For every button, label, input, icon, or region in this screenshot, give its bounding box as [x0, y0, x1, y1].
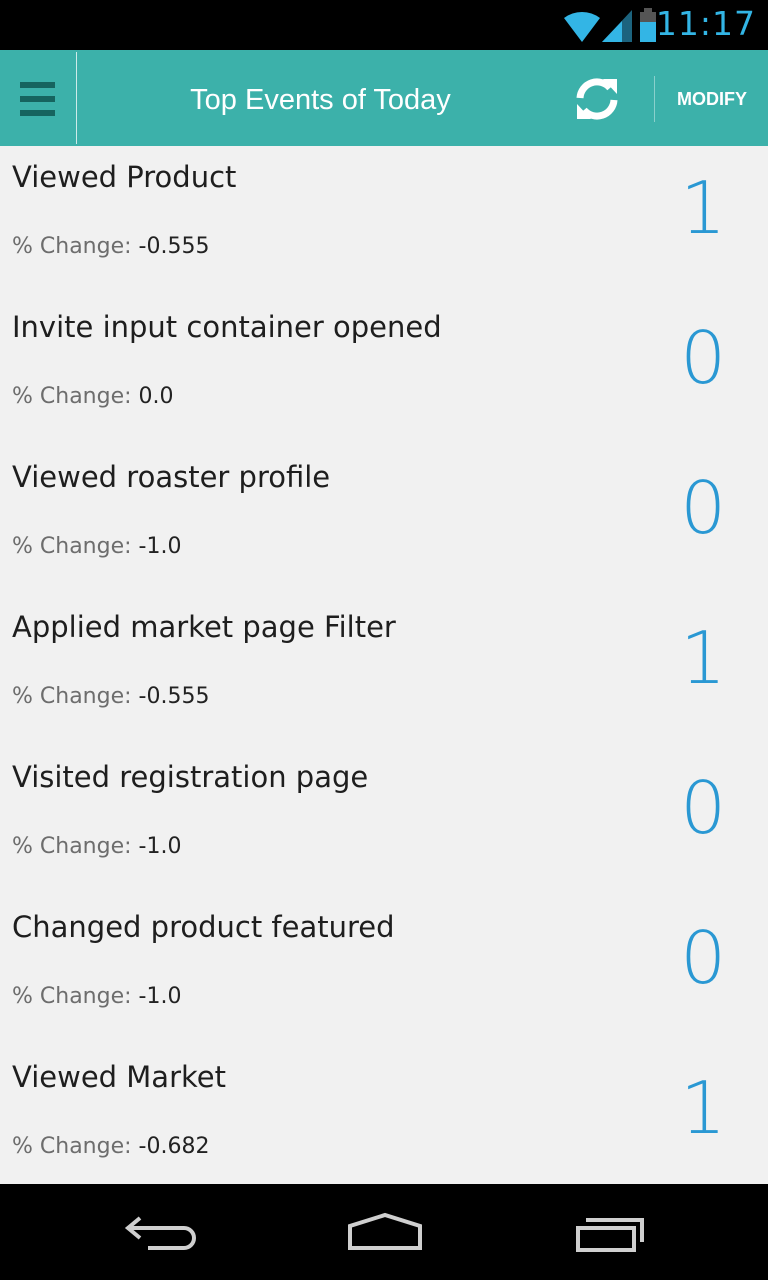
- status-time: 11:17: [655, 4, 756, 43]
- action-bar-divider: [76, 52, 77, 144]
- event-count: 1: [680, 166, 726, 250]
- navigation-bar: [0, 1184, 768, 1280]
- list-item[interactable]: Invite input container opened % Change: …: [0, 296, 768, 446]
- event-list: Viewed Product % Change: -0.555 1 Invite…: [0, 146, 768, 1196]
- event-change: % Change: -0.682: [12, 1134, 209, 1159]
- event-count: 0: [680, 316, 726, 400]
- battery-icon: [640, 8, 656, 42]
- event-name: Visited registration page: [12, 760, 369, 794]
- change-label: % Change:: [12, 834, 132, 859]
- event-name: Viewed Product: [12, 160, 237, 194]
- list-item[interactable]: Viewed Product % Change: -0.555 1: [0, 146, 768, 296]
- change-value: -0.555: [138, 234, 210, 259]
- event-count: 0: [680, 766, 726, 850]
- event-name: Invite input container opened: [12, 310, 442, 344]
- event-name: Viewed roaster profile: [12, 460, 331, 494]
- status-bar: 11:17: [0, 0, 768, 50]
- list-item[interactable]: Viewed Market % Change: -0.682 1: [0, 1046, 768, 1196]
- change-value: -1.0: [138, 984, 182, 1009]
- event-change: % Change: -0.555: [12, 234, 209, 259]
- back-icon: [124, 1216, 196, 1250]
- change-value: -0.555: [138, 684, 210, 709]
- recents-button[interactable]: [556, 1208, 666, 1256]
- change-value: -0.682: [138, 1134, 210, 1159]
- home-button[interactable]: [330, 1208, 440, 1256]
- home-icon: [348, 1212, 422, 1250]
- change-label: % Change:: [12, 1134, 132, 1159]
- change-value: -1.0: [138, 534, 182, 559]
- modify-button[interactable]: MODIFY: [660, 50, 764, 146]
- recents-icon: [576, 1218, 644, 1252]
- list-item[interactable]: Changed product featured % Change: -1.0 …: [0, 896, 768, 1046]
- event-count: 0: [680, 466, 726, 550]
- action-bar: Top Events of Today MODIFY: [0, 50, 768, 146]
- event-change: % Change: -0.555: [12, 684, 209, 709]
- change-label: % Change:: [12, 384, 132, 409]
- event-name: Viewed Market: [12, 1060, 226, 1094]
- back-button[interactable]: [104, 1208, 214, 1256]
- event-change: % Change: -1.0: [12, 534, 181, 559]
- change-label: % Change:: [12, 984, 132, 1009]
- refresh-icon: [576, 78, 618, 120]
- menu-button[interactable]: [0, 50, 76, 146]
- event-count: 1: [680, 616, 726, 700]
- event-change: % Change: 0.0: [12, 384, 174, 409]
- change-label: % Change:: [12, 684, 132, 709]
- page-title: Top Events of Today: [190, 84, 451, 116]
- event-name: Applied market page Filter: [12, 610, 396, 644]
- list-item[interactable]: Visited registration page % Change: -1.0…: [0, 746, 768, 896]
- change-value: -1.0: [138, 834, 182, 859]
- status-icons: [564, 8, 656, 42]
- change-label: % Change:: [12, 234, 132, 259]
- event-count: 1: [680, 1066, 726, 1150]
- list-item[interactable]: Applied market page Filter % Change: -0.…: [0, 596, 768, 746]
- wifi-icon: [564, 12, 600, 42]
- change-value: 0.0: [138, 384, 174, 409]
- list-item[interactable]: Viewed roaster profile % Change: -1.0 0: [0, 446, 768, 596]
- change-label: % Change:: [12, 534, 132, 559]
- event-change: % Change: -1.0: [12, 834, 181, 859]
- event-change: % Change: -1.0: [12, 984, 181, 1009]
- event-name: Changed product featured: [12, 910, 395, 944]
- event-count: 0: [680, 916, 726, 1000]
- refresh-button[interactable]: [572, 76, 622, 122]
- action-bar-divider-right: [654, 76, 655, 122]
- signal-icon: [602, 10, 632, 42]
